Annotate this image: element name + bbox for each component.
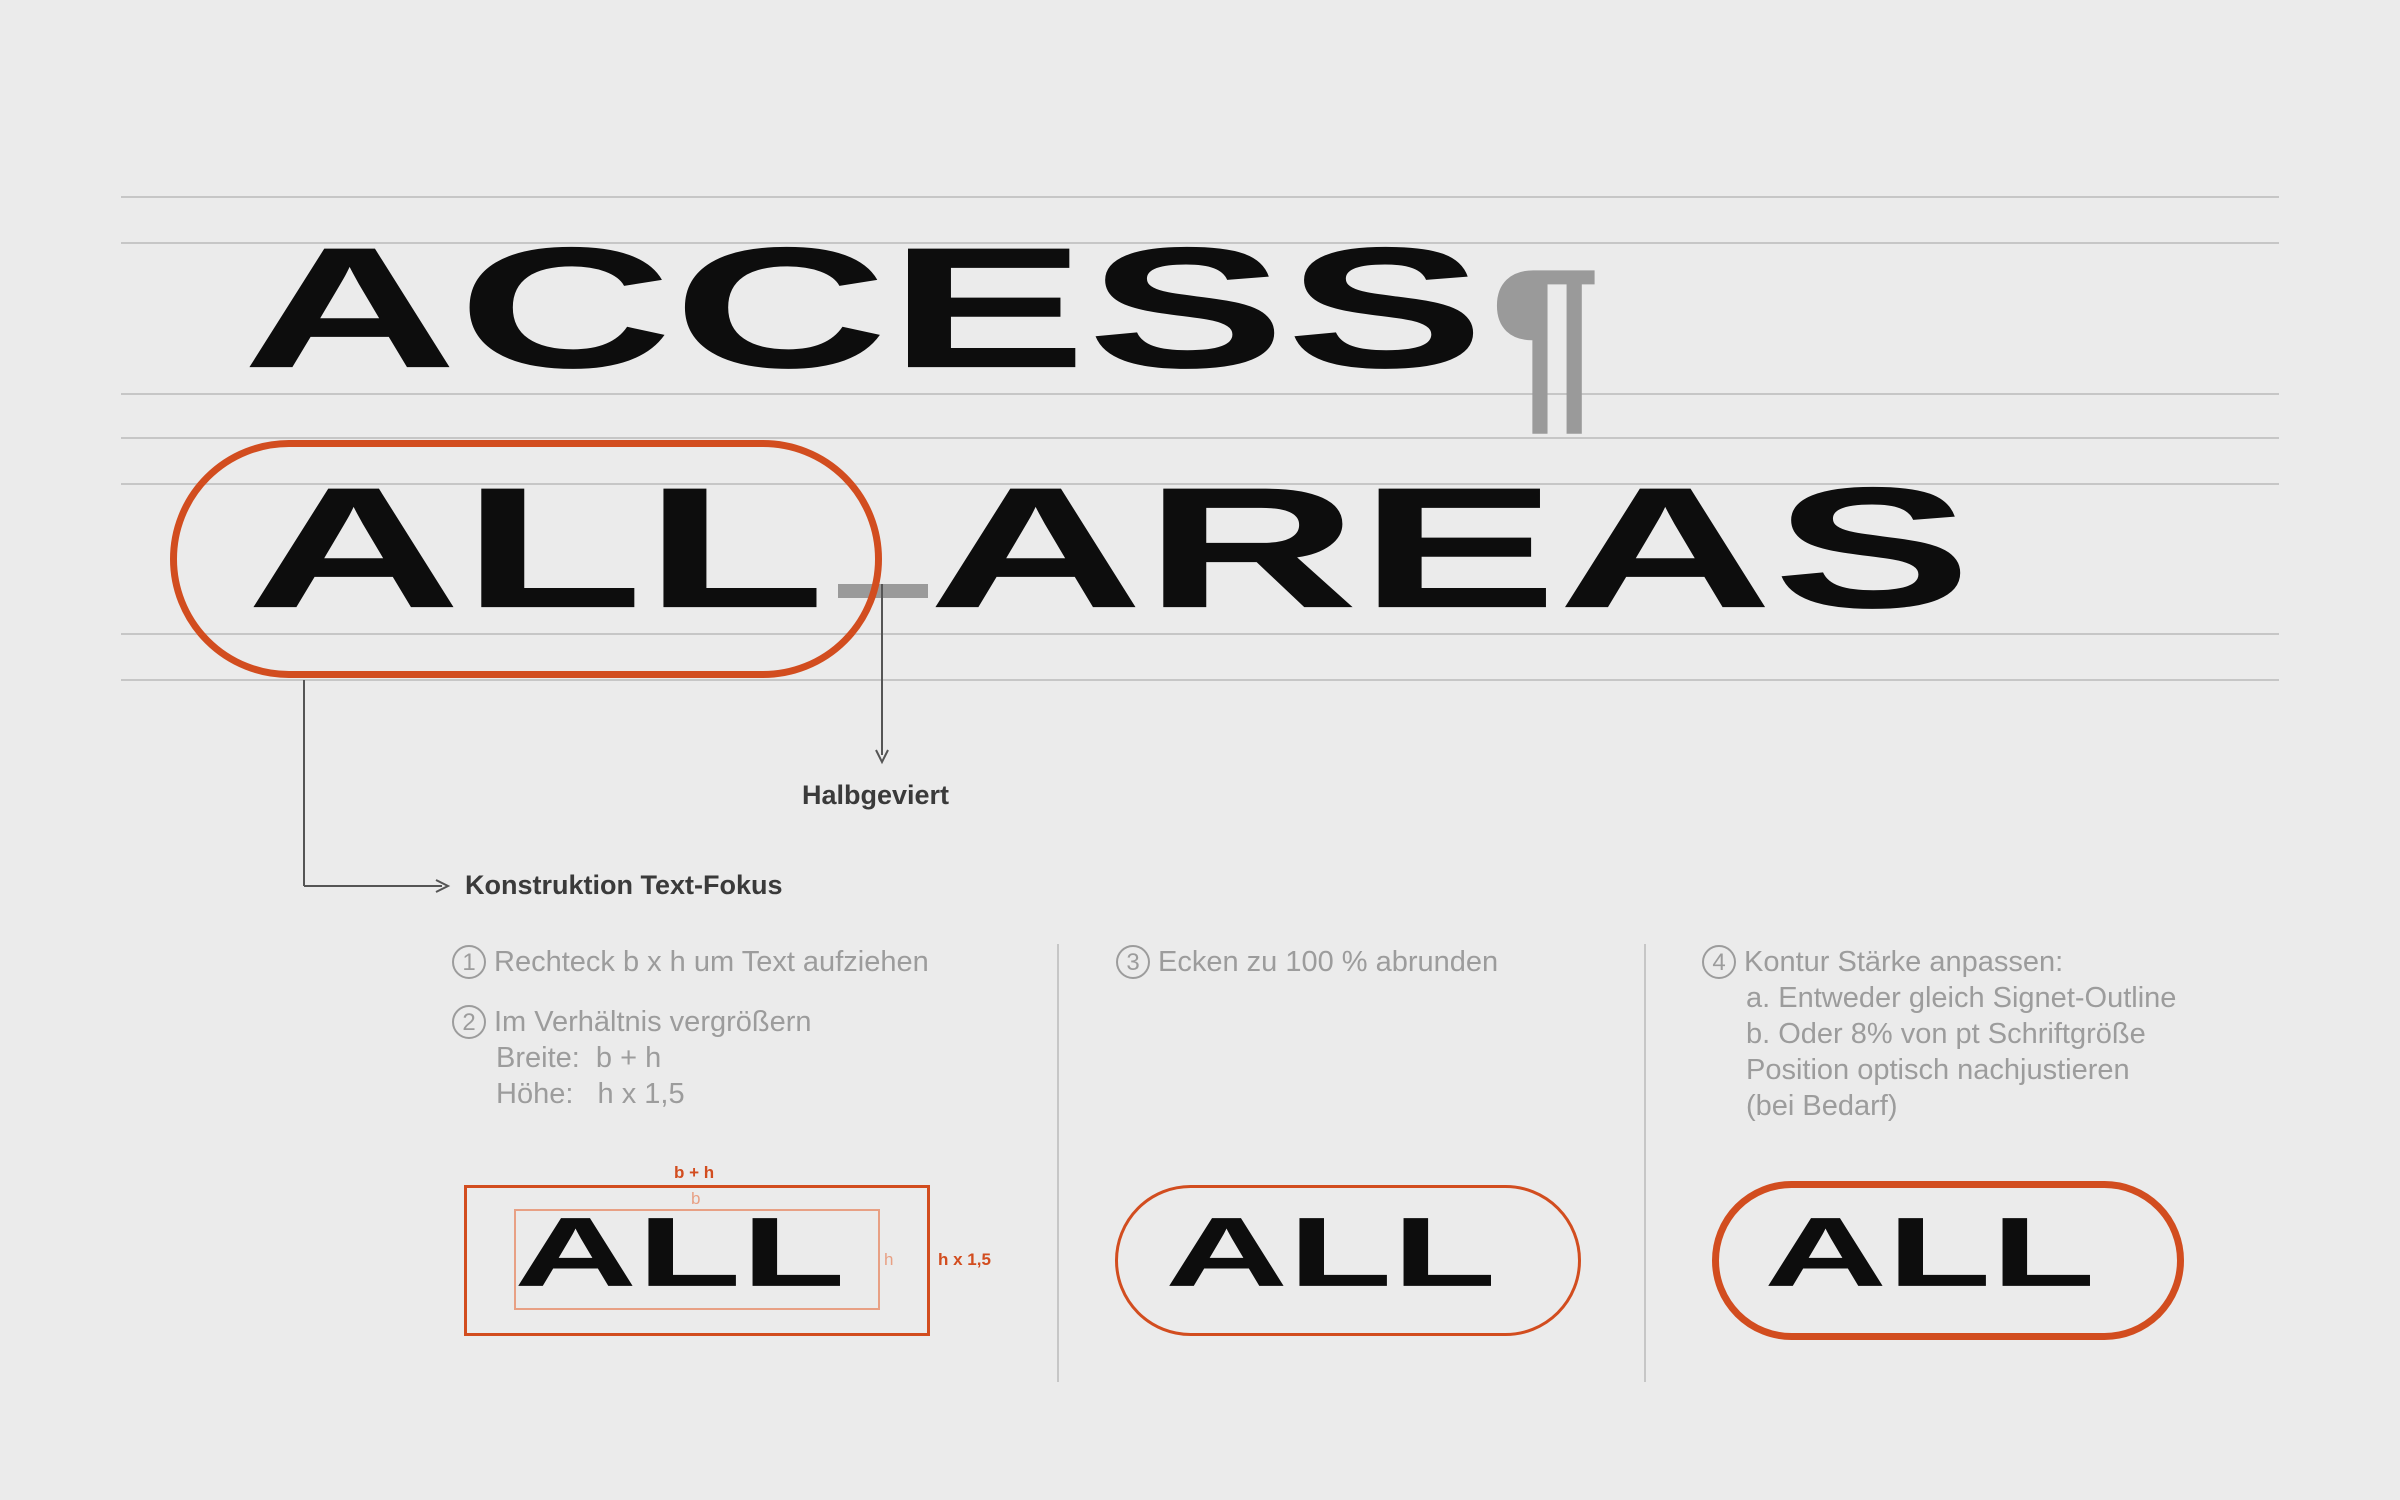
column-divider — [1644, 944, 1646, 1382]
step-2-width: Breite: b + h — [496, 1042, 662, 1074]
step-1-text: Rechteck b x h um Text aufziehen — [494, 946, 929, 978]
example-word-2: ALL — [1165, 1197, 1497, 1308]
label-h-x-1-5: h x 1,5 — [938, 1250, 991, 1269]
example-word-3: ALL — [1764, 1197, 2096, 1308]
step-number-3: 3 — [1116, 945, 1150, 979]
step-4-note: (bei Bedarf) — [1746, 1090, 1898, 1122]
label-b: b — [691, 1189, 701, 1208]
step-4-option-a: a. Entweder gleich Signet-Outline — [1746, 982, 2177, 1014]
label-b-plus-h: b + h — [674, 1163, 715, 1182]
column-divider — [1057, 944, 1059, 1382]
canvas: { "headline": { "line1": "ACCESS", "pilc… — [0, 0, 2400, 1500]
step-4: 4 Kontur Stärke anpassen: a. Entweder gle… — [1702, 944, 2176, 1124]
step-2-height: Höhe: h x 1,5 — [496, 1078, 685, 1110]
step-1: 1 Rechteck b x h um Text aufziehen — [452, 944, 929, 980]
step-4-text: Kontur Stärke anpassen: — [1744, 946, 2064, 978]
step-4-option-b: b. Oder 8% von pt Schriftgröße — [1746, 1018, 2146, 1050]
label-h: h — [884, 1250, 894, 1269]
example-word-1: ALL — [514, 1197, 846, 1308]
step-number-1: 1 — [452, 945, 486, 979]
step-3-text: Ecken zu 100 % abrunden — [1158, 946, 1499, 978]
label-halbgeviert: Halbgeviert — [802, 780, 950, 810]
step-3: 3 Ecken zu 100 % abrunden — [1116, 944, 1498, 980]
step-2-text: Im Verhältnis vergrößern — [494, 1006, 812, 1038]
step-number-2: 2 — [452, 1005, 486, 1039]
step-4-position: Position optisch nachjustieren — [1746, 1054, 2130, 1086]
step-number-4: 4 — [1702, 945, 1736, 979]
label-konstruktion: Konstruktion Text-Fokus — [465, 870, 783, 900]
step-2: 2 Im Verhältnis vergrößern Breite: b + h … — [452, 1004, 812, 1112]
